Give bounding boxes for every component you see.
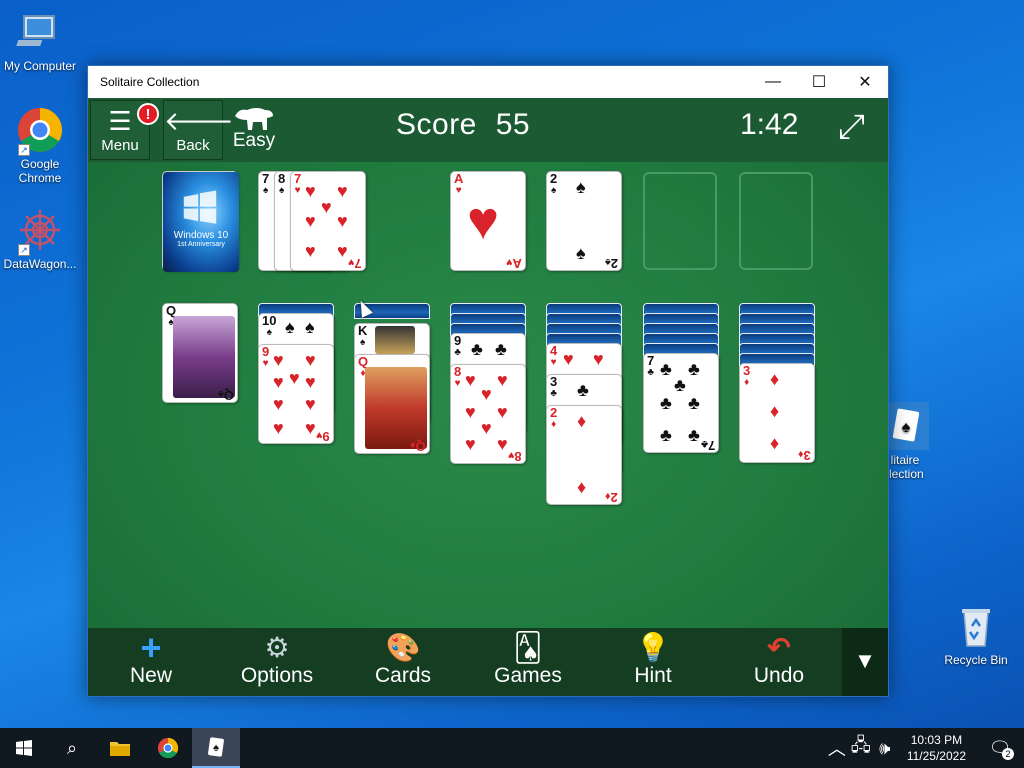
chevron-up-icon[interactable]: ︿ bbox=[825, 728, 849, 768]
desktop-icon-label: Recycle Bin bbox=[944, 653, 1008, 667]
tableau-card[interactable]: 3 ♦ ♦ ♦ ♦ 3♦ bbox=[739, 363, 815, 463]
score-label: Score bbox=[396, 108, 477, 141]
windows-logo-card-back: Windows 10 1st Anniversary bbox=[163, 172, 239, 272]
tableau-card[interactable]: 8 ♥ ♥ ♥ ♥ ♥ ♥ ♥ ♥ ♥ 8♥ bbox=[450, 364, 526, 464]
foundation-pile-spades[interactable]: 2 ♠ ♠ ♠ 2♠ bbox=[546, 171, 622, 271]
datawagon-icon: ↗ bbox=[16, 206, 64, 256]
tableau-card[interactable]: Q ♦ Q♦ bbox=[354, 354, 430, 454]
desktop-icon-label: My Computer bbox=[3, 59, 77, 73]
plus-icon: + bbox=[140, 627, 162, 668]
fullscreen-icon[interactable]: ⤢ bbox=[838, 108, 865, 147]
queen-face-art bbox=[365, 367, 427, 449]
hint-label: Hint bbox=[634, 664, 672, 687]
window-titlebar[interactable]: Solitaire Collection — ☐ ✕ bbox=[88, 66, 888, 98]
shortcut-arrow-icon: ↗ bbox=[18, 244, 30, 256]
new-game-button[interactable]: + New bbox=[96, 628, 206, 696]
chrome-taskbar-icon[interactable] bbox=[144, 728, 192, 768]
options-label: Options bbox=[240, 664, 314, 687]
system-tray: ︿ 🖧 🕪 10:03 PM 11/25/2022 🗨 2 bbox=[825, 728, 1024, 768]
cards-button[interactable]: 🎨 Cards bbox=[348, 628, 458, 696]
undo-icon: ↶ bbox=[767, 632, 791, 663]
notification-count: 2 bbox=[1002, 748, 1014, 760]
lightbulb-icon: 💡 bbox=[635, 632, 671, 663]
stock-pile[interactable]: Windows 10 1st Anniversary bbox=[162, 171, 239, 272]
game-bottombar: + New ⚙ Options 🎨 Cards 🂡 Games 💡 Hint ↶ bbox=[88, 628, 888, 696]
svg-text:♠: ♠ bbox=[902, 419, 911, 436]
minimize-button[interactable]: — bbox=[750, 66, 796, 98]
game-board: ☰ Menu ! 🡐 Back Easy Score 55 1:42 ⤢ Win… bbox=[88, 98, 888, 696]
desktop-icon-label: Google Chrome bbox=[18, 157, 62, 185]
tableau-card[interactable]: 9 ♥ ♥ ♥ ♥ ♥ ♥ ♥ ♥ ♥ ♥ 9♥ bbox=[258, 344, 334, 444]
network-icon[interactable]: 🖧 bbox=[849, 728, 873, 768]
stock-line2: 1st Anniversary bbox=[177, 241, 225, 248]
menu-label: Menu bbox=[101, 137, 139, 154]
score-display: Score 55 bbox=[396, 108, 530, 142]
desktop-icon-datawagon[interactable]: ↗ DataWagon... bbox=[0, 206, 80, 271]
solitaire-window: Solitaire Collection — ☐ ✕ ☰ Menu ! 🡐 Ba… bbox=[87, 65, 889, 697]
games-label: Games bbox=[494, 664, 562, 687]
desktop-icon-my-computer[interactable]: My Computer bbox=[0, 8, 80, 73]
clock[interactable]: 10:03 PM 11/25/2022 bbox=[897, 732, 976, 764]
back-button[interactable]: 🡐 Back bbox=[163, 100, 234, 160]
new-label: New bbox=[129, 664, 172, 687]
svg-text:♠: ♠ bbox=[213, 742, 219, 754]
shortcut-arrow-icon: ↗ bbox=[18, 144, 30, 156]
hint-button[interactable]: 💡 Hint bbox=[598, 628, 708, 696]
score-value: 55 bbox=[495, 108, 531, 141]
taskbar: ⌕ ♠ ︿ 🖧 🕪 10:03 PM 11/25/2022 🗨 2 bbox=[0, 728, 1024, 768]
notification-center-icon[interactable]: 🗨 2 bbox=[976, 728, 1024, 768]
cards-label: Cards bbox=[374, 664, 432, 687]
chrome-icon: ↗ bbox=[16, 106, 64, 156]
more-chevron-icon[interactable]: ▼ bbox=[842, 628, 888, 696]
clock-date: 11/25/2022 bbox=[906, 749, 966, 763]
back-arrow-icon: 🡐 bbox=[164, 106, 234, 136]
cards-icon: 🂡 bbox=[513, 632, 543, 663]
difficulty-label: Easy bbox=[232, 130, 276, 151]
back-label: Back bbox=[176, 137, 210, 154]
recycle-bin-icon bbox=[952, 602, 1000, 650]
games-button[interactable]: 🂡 Games bbox=[473, 628, 583, 696]
window-title: Solitaire Collection bbox=[100, 75, 200, 89]
maximize-button[interactable]: ☐ bbox=[796, 66, 842, 98]
close-button[interactable]: ✕ bbox=[842, 66, 888, 98]
queen-face-art bbox=[173, 316, 235, 398]
polar-bear-icon bbox=[233, 106, 275, 130]
undo-label: Undo bbox=[753, 664, 805, 687]
clock-time: 10:03 PM bbox=[910, 733, 963, 747]
palette-icon: 🎨 bbox=[385, 632, 421, 663]
volume-icon[interactable]: 🕪 bbox=[873, 728, 897, 768]
tableau-card[interactable]: 7 ♣ ♣ ♣ ♣ ♣ ♣ ♣ ♣ 7♣ bbox=[643, 353, 719, 453]
game-timer: 1:42 bbox=[740, 108, 799, 141]
start-button[interactable] bbox=[0, 728, 48, 768]
desktop-icon-recycle-bin[interactable]: Recycle Bin bbox=[936, 602, 1016, 667]
tableau-card[interactable]: 2 ♦ ♦ ♦ 2♦ bbox=[546, 405, 622, 505]
notification-badge: ! bbox=[137, 103, 159, 125]
solitaire-taskbar-icon[interactable]: ♠ bbox=[192, 728, 240, 768]
undo-button[interactable]: ↶ Undo bbox=[724, 628, 834, 696]
desktop-icon-label: litaire llection bbox=[886, 453, 924, 481]
foundation-pile-hearts[interactable]: A ♥ ♥ A♥ bbox=[450, 171, 526, 271]
desktop-icon-chrome[interactable]: ↗ Google Chrome bbox=[0, 106, 80, 185]
game-topbar: ☰ Menu ! 🡐 Back Easy Score 55 1:42 ⤢ bbox=[88, 98, 888, 162]
windows-start-icon bbox=[16, 740, 32, 756]
desktop-icon-label: DataWagon... bbox=[3, 257, 77, 271]
foundation-slot-empty[interactable] bbox=[739, 172, 813, 270]
computer-icon bbox=[16, 8, 64, 56]
waste-top-card[interactable]: 7 ♥ ♥ ♥ ♥ ♥ ♥ ♥ ♥ 7♥ bbox=[290, 171, 366, 271]
menu-button[interactable]: ☰ Menu ! bbox=[90, 100, 159, 160]
gear-icon: ⚙ bbox=[264, 632, 290, 663]
search-icon[interactable]: ⌕ bbox=[48, 728, 96, 768]
file-explorer-icon[interactable] bbox=[96, 728, 144, 768]
king-face-art bbox=[375, 326, 415, 354]
foundation-slot-empty[interactable] bbox=[643, 172, 717, 270]
options-button[interactable]: ⚙ Options bbox=[222, 628, 332, 696]
tableau-card[interactable]: Q ♠ Q♠ bbox=[162, 303, 238, 403]
stock-line1: Windows 10 bbox=[173, 230, 229, 241]
difficulty-indicator: Easy bbox=[232, 106, 276, 152]
